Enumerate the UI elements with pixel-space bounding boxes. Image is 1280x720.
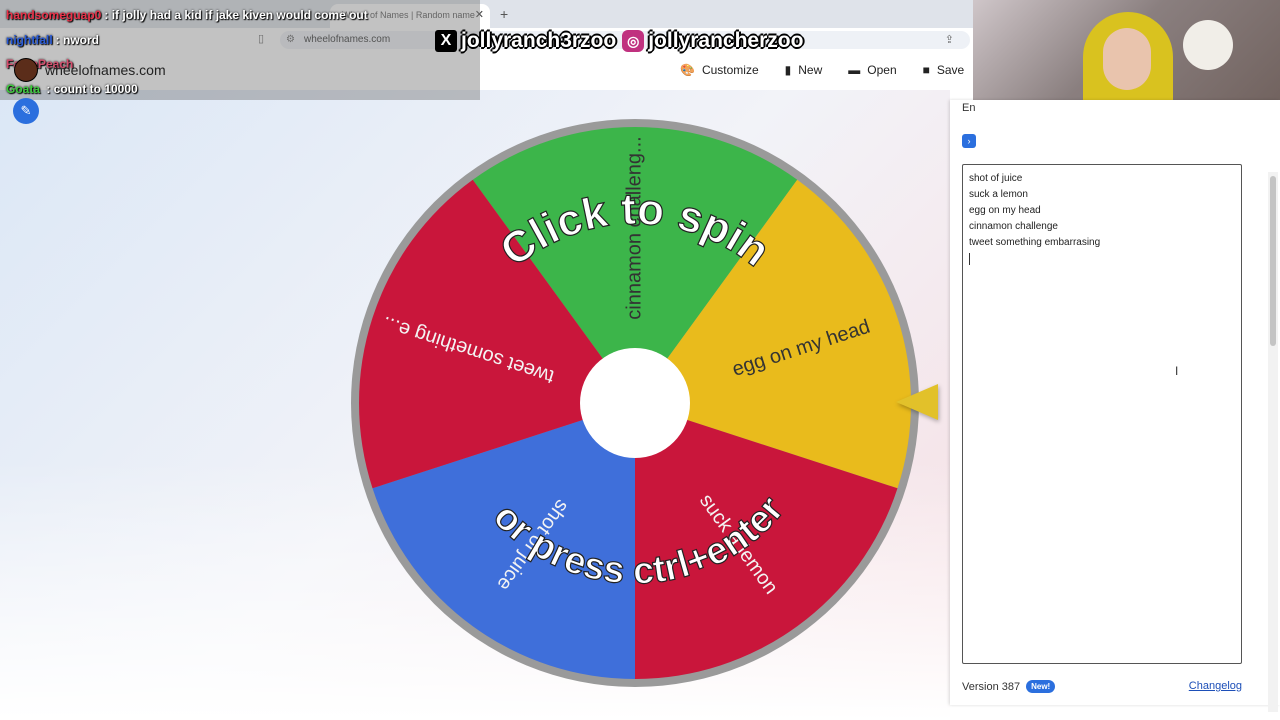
customize-button[interactable]: 🎨 Customize <box>680 60 759 80</box>
twitter-handle: jollyranch3rzoo <box>461 29 617 52</box>
ibeam-cursor-icon: I <box>1175 364 1179 378</box>
version-text: Version 387 <box>962 680 1021 693</box>
chat-message: nightfall: nword <box>6 33 99 47</box>
open-label: Open <box>867 63 897 77</box>
chat-message: Goata : count to 10000 <box>6 82 138 96</box>
text-caret <box>969 253 970 265</box>
chat-text: : nword <box>55 33 99 47</box>
instagram-handle: jollyrancherzoo <box>648 29 804 52</box>
changelog-link[interactable]: Changelog <box>1189 680 1242 692</box>
shuffle-icon[interactable]: › <box>962 134 976 148</box>
entry-line: tweet something embarrasing <box>969 237 1101 248</box>
scrollbar-thumb[interactable] <box>1270 176 1276 346</box>
new-badge: New! <box>1026 680 1056 693</box>
wheel-toolbar: 🎨 Customize ▮ New ▬ Open ■ Save ⋮ <box>680 58 1006 80</box>
entry-line: shot of juice <box>969 173 1023 184</box>
avatar <box>14 58 38 82</box>
plush-toy <box>1183 20 1233 70</box>
new-tab-icon[interactable]: + <box>500 6 508 22</box>
social-handles: X jollyranch3rzoo ◎ jollyrancherzoo <box>435 27 803 55</box>
instagram-icon: ◎ <box>622 30 645 52</box>
entry-line: egg on my head <box>969 205 1041 216</box>
chat-overlay: handsomeguap0: if jolly had a kid if jak… <box>0 0 480 100</box>
entries-textarea[interactable]: shot of juice suck a lemon egg on my hea… <box>962 164 1242 664</box>
name-wheel[interactable]: cinnamon challeng... egg on my head suck a… <box>350 118 920 688</box>
open-button[interactable]: ▬ Open <box>848 60 896 80</box>
site-title: wheelofnames.com <box>45 62 166 78</box>
new-label: New <box>798 63 823 77</box>
floppy-icon: ■ <box>922 63 930 77</box>
wheel-pointer <box>896 384 938 420</box>
folder-icon: ▬ <box>848 63 861 77</box>
save-label: Save <box>936 63 965 77</box>
page-scrollbar[interactable] <box>1268 172 1278 712</box>
customize-label: Customize <box>701 63 759 77</box>
file-icon: ▮ <box>784 63 792 77</box>
wheel-graphic[interactable]: cinnamon challeng...egg on my headsuck a… <box>350 118 920 688</box>
entry-line: cinnamon challenge <box>969 221 1058 232</box>
edit-pencil-button[interactable]: ✎ <box>13 98 39 124</box>
chat-message: handsomeguap0: if jolly had a kid if jak… <box>6 8 368 22</box>
wheel-center <box>580 348 690 458</box>
streamer-face <box>1103 28 1151 90</box>
entries-panel: En › shot of juice suck a lemon egg on m… <box>950 100 1280 705</box>
share-icon[interactable]: ⇪ <box>945 31 954 49</box>
entry-line: suck a lemon <box>969 189 1028 200</box>
save-button[interactable]: ■ Save <box>923 60 965 80</box>
palette-icon: 🎨 <box>680 63 695 77</box>
chat-username: handsomeguap0 <box>6 8 102 22</box>
new-button[interactable]: ▮ New <box>785 60 823 80</box>
tab-entries[interactable]: En <box>962 102 975 114</box>
x-logo-icon: X <box>435 30 457 52</box>
pencil-icon: ✎ <box>20 103 32 118</box>
version-info: Version 387 New! <box>962 680 1056 693</box>
chat-text: : count to 10000 <box>43 82 138 96</box>
chat-text: : if jolly had a kid if jake kiven would… <box>104 8 368 22</box>
chat-username: Goata <box>6 82 41 96</box>
chat-username: nightfall <box>6 33 53 47</box>
